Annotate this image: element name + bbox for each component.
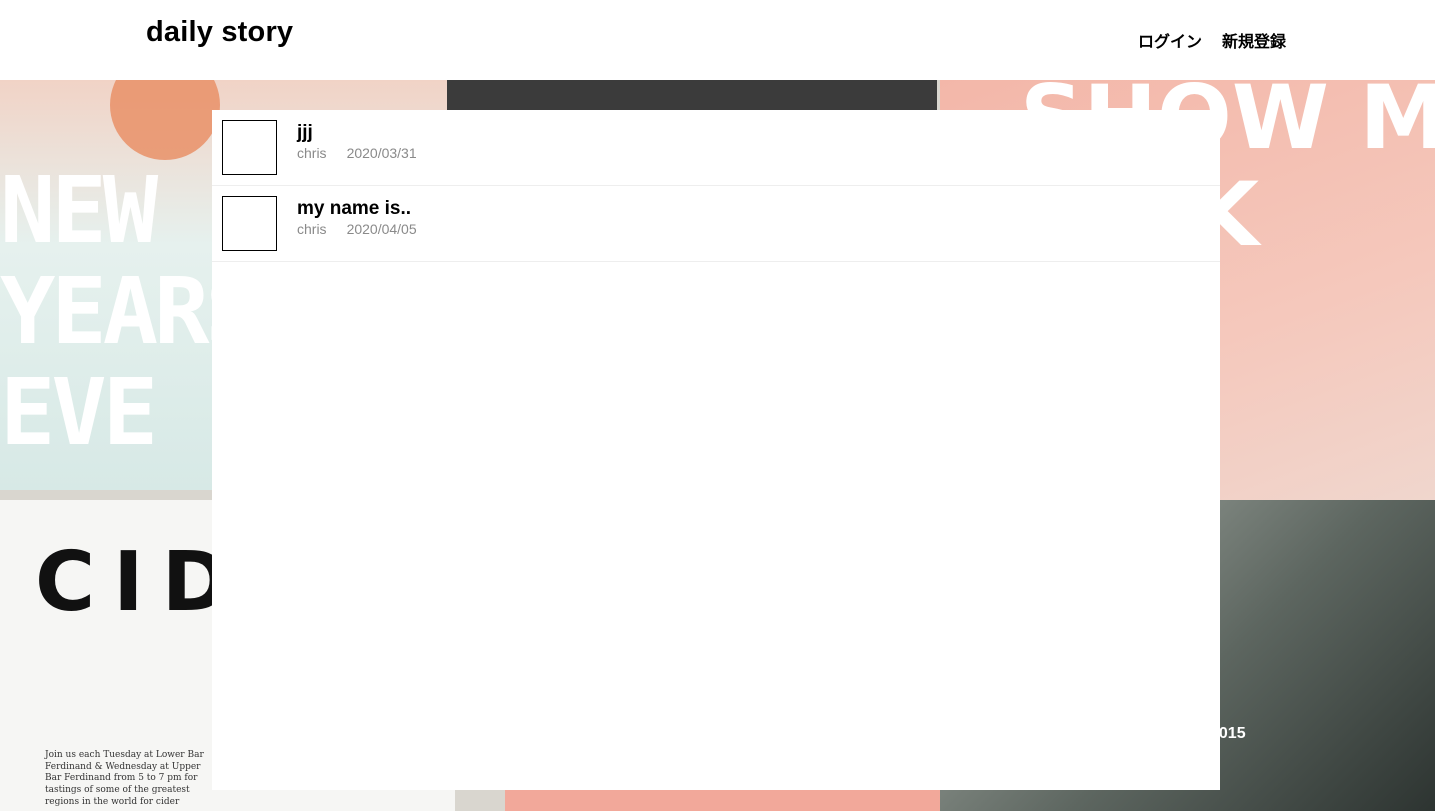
story-date: 2020/03/31 — [346, 145, 417, 161]
story-item[interactable]: my name is.. chris 2020/04/05 — [212, 186, 1220, 262]
story-author: chris — [297, 145, 327, 161]
site-header: daily story ログイン 新規登録 — [0, 0, 1435, 80]
poster-cider-fine-print: Join us each Tuesday at Lower Bar Ferdin… — [45, 750, 204, 807]
story-list-panel: jjj chris 2020/03/31 my name is.. chris … — [212, 110, 1220, 790]
login-link[interactable]: ログイン — [1138, 28, 1202, 52]
story-author: chris — [297, 221, 327, 237]
story-date: 2020/04/05 — [346, 221, 417, 237]
story-title[interactable]: jjj — [297, 122, 313, 144]
story-meta: chris 2020/03/31 — [297, 145, 417, 161]
poster-circle-decoration — [110, 80, 220, 160]
signup-link[interactable]: 新規登録 — [1222, 28, 1286, 52]
story-thumbnail[interactable] — [222, 196, 277, 251]
story-item[interactable]: jjj chris 2020/03/31 — [212, 110, 1220, 186]
header-nav: ログイン 新規登録 — [1138, 28, 1286, 52]
poster-dark-top — [447, 80, 937, 110]
story-thumbnail[interactable] — [222, 120, 277, 175]
story-meta: chris 2020/04/05 — [297, 221, 417, 237]
story-title[interactable]: my name is.. — [297, 198, 411, 220]
site-logo[interactable]: daily story — [146, 16, 293, 49]
